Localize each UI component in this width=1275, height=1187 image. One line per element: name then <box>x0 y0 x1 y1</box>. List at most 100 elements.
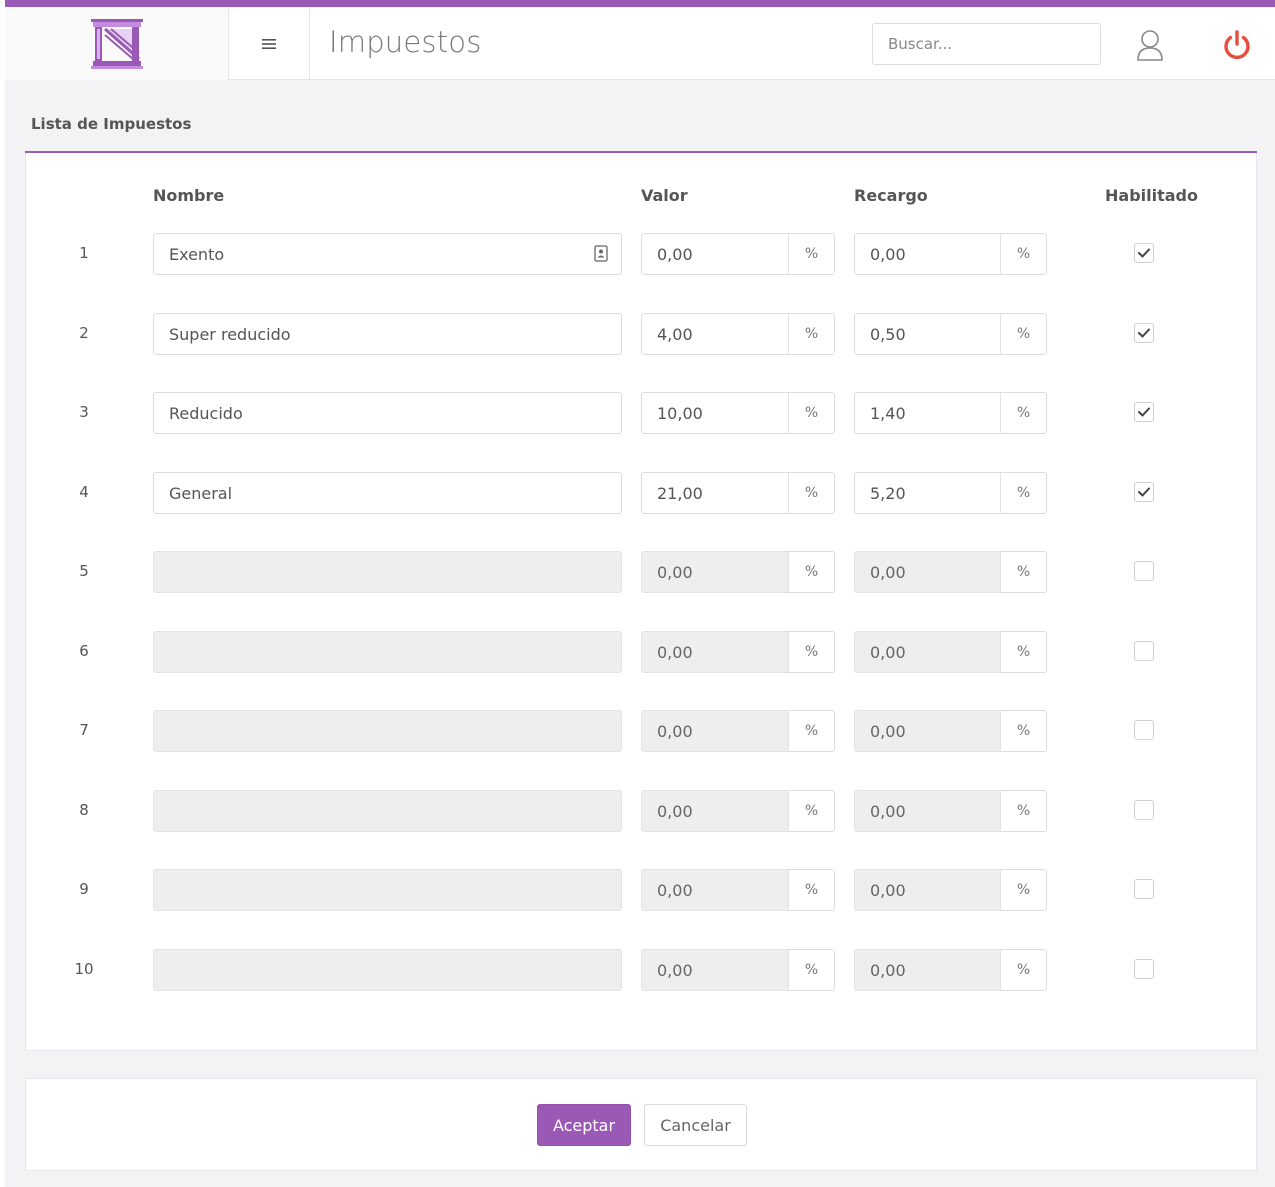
percent-addon: % <box>1000 313 1047 355</box>
surcharge-input[interactable] <box>854 631 1001 673</box>
search-input[interactable] <box>872 23 1101 65</box>
percent-addon: % <box>1000 472 1047 514</box>
percent-addon: % <box>1000 551 1047 593</box>
tax-name-input[interactable] <box>153 790 622 832</box>
percent-addon: % <box>788 631 835 673</box>
row-number: 6 <box>79 642 89 660</box>
row-number: 3 <box>79 403 89 421</box>
tax-row: 10%% <box>26 949 1256 993</box>
column-header-habilitado: Habilitado <box>1105 186 1198 205</box>
tax-row: 8%% <box>26 790 1256 834</box>
percent-addon: % <box>1000 392 1047 434</box>
tax-value-input[interactable] <box>641 949 789 991</box>
tax-value-input[interactable] <box>641 631 789 673</box>
row-number: 4 <box>79 483 89 501</box>
percent-addon: % <box>1000 949 1047 991</box>
enabled-checkbox[interactable] <box>1134 323 1154 343</box>
tax-name-input[interactable] <box>153 233 622 275</box>
row-number: 2 <box>79 324 89 342</box>
power-icon[interactable] <box>1222 29 1252 61</box>
enabled-checkbox[interactable] <box>1134 641 1154 661</box>
contact-card-icon[interactable] <box>594 245 608 262</box>
surcharge-input[interactable] <box>854 869 1001 911</box>
enabled-checkbox[interactable] <box>1134 720 1154 740</box>
menu-toggle-button[interactable] <box>229 7 310 80</box>
check-icon <box>1138 248 1150 258</box>
percent-addon: % <box>788 949 835 991</box>
tax-value-input[interactable] <box>641 710 789 752</box>
enabled-checkbox[interactable] <box>1134 800 1154 820</box>
column-header-nombre: Nombre <box>153 186 225 205</box>
enabled-checkbox[interactable] <box>1134 879 1154 899</box>
tax-value-input[interactable] <box>641 551 789 593</box>
tax-name-input[interactable] <box>153 313 622 355</box>
panel-title: Lista de Impuestos <box>31 115 192 133</box>
tax-name-input[interactable] <box>153 472 622 514</box>
tax-value-input[interactable] <box>641 869 789 911</box>
row-number: 1 <box>79 244 89 262</box>
row-number: 5 <box>79 562 89 580</box>
percent-addon: % <box>788 869 835 911</box>
surcharge-input[interactable] <box>854 710 1001 752</box>
column-header-valor: Valor <box>641 186 688 205</box>
enabled-checkbox[interactable] <box>1134 561 1154 581</box>
form-footer: Aceptar Cancelar <box>25 1078 1257 1171</box>
enabled-checkbox[interactable] <box>1134 402 1154 422</box>
percent-addon: % <box>788 551 835 593</box>
percent-addon: % <box>788 233 835 275</box>
percent-addon: % <box>1000 233 1047 275</box>
tax-row: 4%% <box>26 472 1256 516</box>
cancel-button[interactable]: Cancelar <box>644 1104 747 1146</box>
row-number: 7 <box>79 721 89 739</box>
tax-row: 6%% <box>26 631 1256 675</box>
user-icon[interactable] <box>1135 28 1165 62</box>
tax-name-input[interactable] <box>153 710 622 752</box>
tax-row: 1%% <box>26 233 1256 277</box>
panel-header: Lista de Impuestos <box>25 108 1257 153</box>
surcharge-input[interactable] <box>854 949 1001 991</box>
page-title: Impuestos <box>329 25 482 59</box>
tax-name-input[interactable] <box>153 949 622 991</box>
tax-value-input[interactable] <box>641 392 789 434</box>
percent-addon: % <box>1000 710 1047 752</box>
tax-name-input[interactable] <box>153 631 622 673</box>
column-header-recargo: Recargo <box>854 186 928 205</box>
tax-list-panel: Nombre Valor Recargo Habilitado 1%%2%%3%… <box>25 153 1257 1051</box>
percent-addon: % <box>1000 869 1047 911</box>
tax-name-input[interactable] <box>153 869 622 911</box>
percent-addon: % <box>1000 631 1047 673</box>
row-number: 10 <box>74 960 94 978</box>
percent-addon: % <box>788 472 835 514</box>
tax-value-input[interactable] <box>641 790 789 832</box>
percent-addon: % <box>1000 790 1047 832</box>
accept-button[interactable]: Aceptar <box>537 1104 631 1146</box>
surcharge-input[interactable] <box>854 313 1001 355</box>
check-icon <box>1138 487 1150 497</box>
tax-value-input[interactable] <box>641 233 789 275</box>
columns-logo-icon <box>90 18 143 69</box>
top-header: Impuestos <box>5 7 1275 80</box>
percent-addon: % <box>788 710 835 752</box>
percent-addon: % <box>788 313 835 355</box>
tax-name-input[interactable] <box>153 551 622 593</box>
tax-row: 7%% <box>26 710 1256 754</box>
percent-addon: % <box>788 790 835 832</box>
tax-row: 5%% <box>26 551 1256 595</box>
surcharge-input[interactable] <box>854 790 1001 832</box>
tax-value-input[interactable] <box>641 472 789 514</box>
enabled-checkbox[interactable] <box>1134 243 1154 263</box>
surcharge-input[interactable] <box>854 233 1001 275</box>
app-frame: Impuestos Lista de Impuestos Nombre Valo… <box>5 0 1275 1187</box>
check-icon <box>1138 328 1150 338</box>
enabled-checkbox[interactable] <box>1134 482 1154 502</box>
enabled-checkbox[interactable] <box>1134 959 1154 979</box>
tax-value-input[interactable] <box>641 313 789 355</box>
tax-name-input[interactable] <box>153 392 622 434</box>
percent-addon: % <box>788 392 835 434</box>
surcharge-input[interactable] <box>854 551 1001 593</box>
surcharge-input[interactable] <box>854 472 1001 514</box>
surcharge-input[interactable] <box>854 392 1001 434</box>
logo[interactable] <box>5 7 229 80</box>
row-number: 9 <box>79 880 89 898</box>
tax-row: 3%% <box>26 392 1256 436</box>
